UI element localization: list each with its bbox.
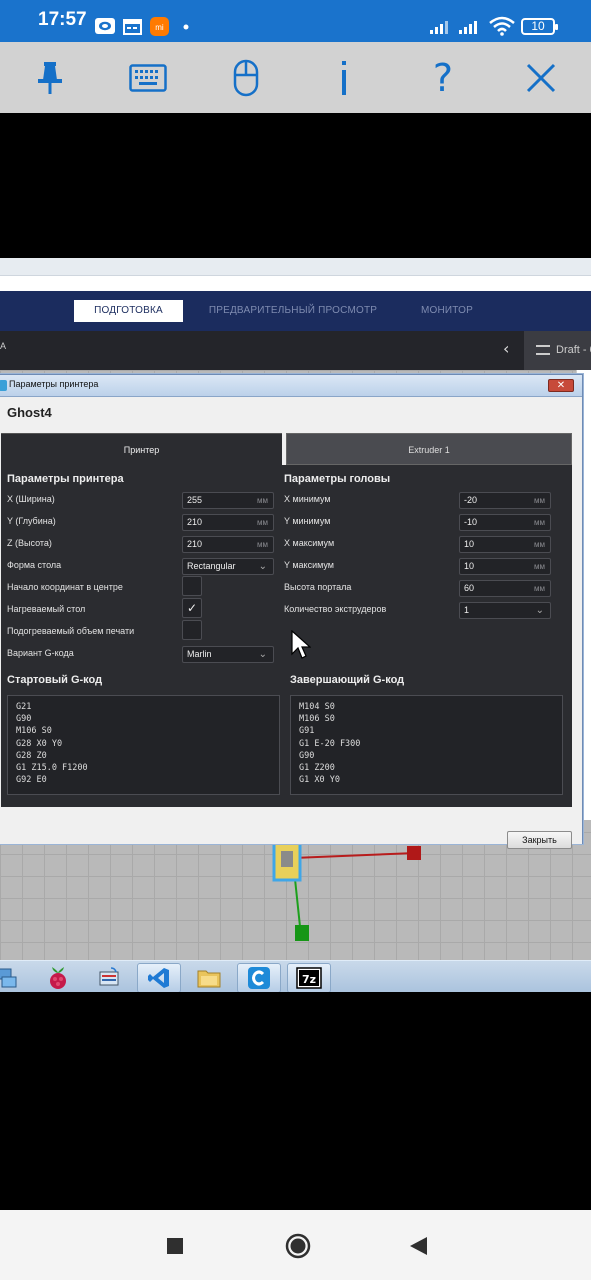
recents-button[interactable] [161,1232,189,1260]
extruder-count-label: Количество экструдеров [284,604,387,614]
heated-volume-checkbox[interactable] [182,620,202,640]
printer-settings-title: Параметры принтера [7,473,124,485]
end-gcode-editor[interactable]: M104 S0 M106 S0 G91 G1 E-20 F300 G90 G1 … [290,695,563,795]
gcode-flavor-select[interactable]: Marlin ⌄ [182,646,274,663]
printer-name-heading: Ghost4 [7,405,52,420]
svg-text:mi: mi [155,23,164,32]
x-max-label: X максимум [284,538,335,548]
print-profile-label: Draft - 0 [556,344,591,356]
signal-icon [430,21,448,34]
bed-shape-label: Форма стола [7,560,62,570]
close-button[interactable]: Закрыть [507,831,572,849]
dot-icon [183,24,189,30]
chevron-down-icon: ⌄ [535,605,544,616]
extruder-count-select[interactable]: 1 ⌄ [459,602,551,619]
origin-center-label: Начало координат в центре [7,582,123,592]
checkmark-icon: ✓ [186,601,198,615]
info-icon[interactable] [320,54,368,102]
keyboard-icon[interactable] [124,54,172,102]
head-settings-title: Параметры головы [284,473,391,485]
y-min-input[interactable]: -10 мм [459,514,551,531]
status-time: 17:57 [38,9,87,30]
mouse-cursor-icon [291,630,311,659]
x-min-input[interactable]: -20 мм [459,492,551,509]
height-label: Z (Высота) [7,538,52,548]
message-icon [95,18,115,34]
battery-icon: 10 [521,18,558,35]
7zip-icon[interactable]: 7z [287,963,331,992]
settings-icon [536,345,550,355]
cura-stage-bar: ПОДГОТОВКА ПРЕДВАРИТЕЛЬНЫЙ ПРОСМОТР МОНИ… [0,291,591,331]
height-input[interactable]: 210 мм [182,536,274,553]
heated-bed-checkbox[interactable]: ✓ [182,598,202,618]
status-bar: 17:57 mi 10 [0,0,591,42]
start-gcode-editor[interactable]: G21 G90 M106 S0 G28 X0 Y0 G28 Z0 G1 Z15.… [7,695,280,795]
cura-printer-bar: A ‹ Draft - 0 [0,331,591,370]
print-settings-button[interactable]: Draft - 0 [524,331,591,370]
cura-app-icon [0,380,7,391]
gantry-height-input[interactable]: 60 мм [459,580,551,597]
tab-preview[interactable]: ПРЕДВАРИТЕЛЬНЫЙ ПРОСМОТР [203,300,383,322]
gantry-height-label: Высота портала [284,582,352,592]
network-icon[interactable] [0,963,24,992]
heated-bed-label: Нагреваемый стол [7,604,86,614]
dialog-titlebar: Параметры принтера ✕ [0,375,582,397]
window-top-strip [0,258,591,276]
help-icon[interactable]: ? [419,54,467,102]
android-navbar [0,1210,591,1280]
vnc-toolbar: ? [0,42,591,113]
bed-shape-select[interactable]: Rectangular ⌄ [182,558,274,575]
model-axes[interactable] [268,838,428,948]
y-min-label: Y минимум [284,516,331,526]
dialog-content: Ghost4 Принтер Extruder 1 Параметры прин… [0,397,582,849]
gcode-flavor-label: Вариант G-кода [7,648,74,658]
y-max-label: Y максимум [284,560,334,570]
chevron-down-icon: ⌄ [258,649,267,660]
screen: 17:57 mi 10 ? ПОДГОТОВКА ПРЕДВАРИТЕЛЬНЫЙ… [0,0,591,1280]
tab-prepare[interactable]: ПОДГОТОВКА [74,300,183,322]
printer-settings-dialog: Параметры принтера ✕ Ghost4 Принтер Extr… [0,374,583,849]
svg-text:7z: 7z [302,973,316,986]
dialog-window-title: Параметры принтера [9,379,99,389]
x-max-input[interactable]: 10 мм [459,536,551,553]
triangle-back-icon [410,1237,427,1255]
heated-volume-label: Подогреваемый объем печати [7,626,135,636]
circle-icon [285,1233,311,1259]
home-button[interactable] [284,1232,312,1260]
calendar-icon [123,19,142,35]
cura-icon[interactable] [237,963,281,992]
printer-selector-label[interactable]: A [0,341,6,351]
raspberry-pi-icon[interactable] [36,963,80,992]
square-icon [167,1238,183,1254]
depth-label: Y (Глубина) [7,516,56,526]
mi-app-icon: mi [150,17,169,36]
pin-icon[interactable] [26,54,74,102]
origin-center-checkbox[interactable] [182,576,202,596]
vscode-icon[interactable] [137,963,181,992]
dialog-close-button[interactable]: ✕ [548,379,574,392]
tab-printer[interactable]: Принтер [1,433,282,465]
windows-taskbar: 7z [0,960,591,992]
file-explorer-icon[interactable] [187,963,231,992]
chevron-left-icon[interactable]: ‹ [503,339,509,358]
back-button[interactable] [404,1232,432,1260]
end-gcode-title: Завершающий G-код [290,674,405,686]
remote-desktop[interactable]: ПОДГОТОВКА ПРЕДВАРИТЕЛЬНЫЙ ПРОСМОТР МОНИ… [0,258,591,992]
y-max-input[interactable]: 10 мм [459,558,551,575]
remote-desktop-icon[interactable] [87,963,131,992]
close-icon[interactable] [517,54,565,102]
signal-icon-2 [459,21,477,34]
chevron-down-icon: ⌄ [258,561,267,572]
width-input[interactable]: 255 мм [182,492,274,509]
tab-extruder-1[interactable]: Extruder 1 [286,433,572,465]
start-gcode-title: Стартовый G-код [7,674,103,686]
mouse-icon[interactable] [222,54,270,102]
x-min-label: X минимум [284,494,331,504]
width-label: X (Ширина) [7,494,55,504]
tab-monitor[interactable]: МОНИТОР [405,300,489,322]
depth-input[interactable]: 210 мм [182,514,274,531]
wifi-icon [489,16,515,36]
printer-tab-panel: Параметры принтера X (Ширина) 255 мм Y (Г… [1,465,572,807]
